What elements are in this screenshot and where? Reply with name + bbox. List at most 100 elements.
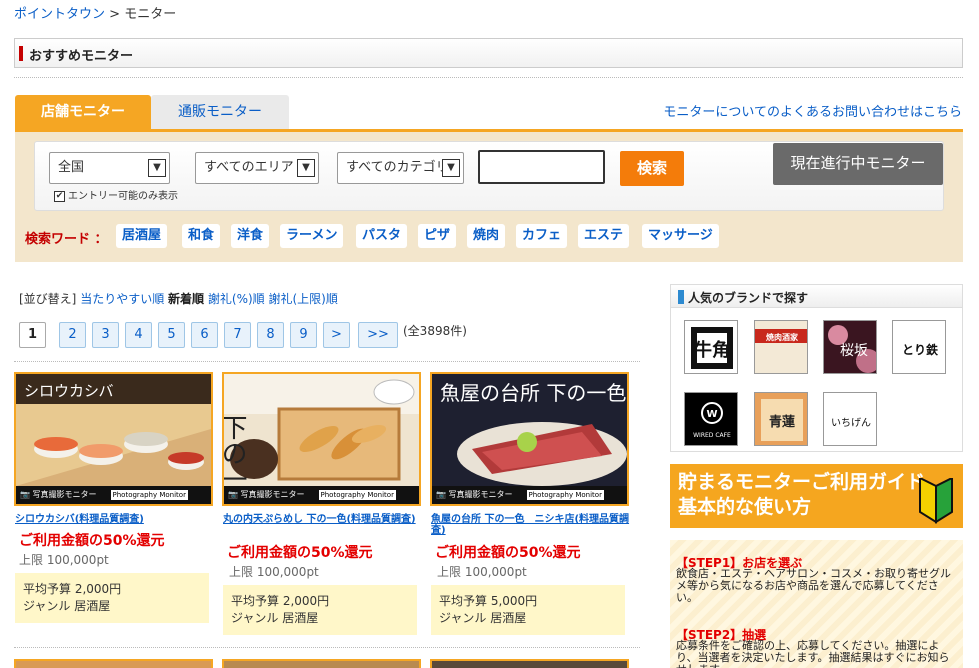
page-6[interactable]: 6 — [191, 322, 218, 348]
page-7[interactable]: 7 — [224, 322, 251, 348]
brand-logo-yakiniku-sakaya[interactable]: 焼肉酒家 — [754, 320, 808, 374]
sort-option-reward-limit[interactable]: 謝礼(上限)順 — [269, 292, 338, 306]
gyukaku-logo-icon: 牛角 — [691, 327, 733, 369]
beginner-mark-icon — [919, 478, 953, 524]
strip-label: 写真撮影モニター — [32, 490, 97, 499]
brand-logo-ichigen[interactable]: いちげん — [823, 392, 877, 446]
logo-text: いちげん — [831, 417, 871, 429]
current-monitors-button[interactable]: 現在進行中モニター — [773, 143, 943, 185]
area-select[interactable]: すべてのエリア ▼ — [195, 152, 319, 184]
page-8[interactable]: 8 — [257, 322, 284, 348]
chevron-down-icon: ▼ — [442, 159, 460, 177]
usage-guide-banner[interactable]: 貯まるモニターご利用ガイド 基本的な使い方 — [670, 464, 963, 528]
monitor-image[interactable]: 下の一色 📷 写真撮影モニター Photography Monitor — [222, 372, 421, 506]
logo-text: 牛角 — [694, 339, 730, 361]
monitor-rate: ご利用金額の50%還元 — [435, 545, 581, 561]
brand-box-title: 人気のブランドで探す — [688, 291, 809, 305]
step-2-text: 応募条件をご確認の上、応募してください。抽選により、当選者を決定いたします。抽選… — [676, 639, 950, 668]
area-select-value: すべてのエリア — [204, 160, 294, 175]
brand-box-header: 人気のブランドで探す — [670, 284, 963, 308]
monitor-image[interactable] — [14, 659, 213, 668]
page-5[interactable]: 5 — [158, 322, 185, 348]
logo-text: 桜坂 — [840, 343, 868, 359]
breadcrumb: ポイントタウン > モニター — [14, 3, 176, 22]
photo-monitor-strip: 📷 写真撮影モニター Photography Monitor — [432, 486, 627, 504]
tab-mail-order-monitor[interactable]: 通販モニター — [151, 95, 289, 129]
ichigen-logo-icon: いちげん — [824, 393, 876, 445]
seiren-logo-icon: 青蓮 — [755, 393, 807, 445]
monitor-budget: 平均予算 2,000円 — [231, 594, 330, 608]
monitor-image[interactable] — [222, 659, 421, 668]
breadcrumb-current: モニター — [124, 7, 177, 22]
region-select-value: 全国 — [58, 160, 85, 175]
keyword-chip[interactable]: パスタ — [356, 224, 408, 248]
monitor-image[interactable] — [430, 659, 629, 668]
wired-cafe-logo-icon: W WIRED CAFE — [685, 393, 737, 445]
page-1[interactable]: 1 — [19, 322, 46, 348]
monitor-genre: ジャンル 居酒屋 — [231, 611, 319, 625]
chevron-down-icon: ▼ — [148, 159, 166, 177]
camera-icon: 📷 — [20, 490, 33, 499]
next-page-button[interactable]: > — [323, 322, 350, 348]
banner-text: シロウカシバ — [24, 382, 114, 400]
search-button[interactable]: 検索 — [620, 151, 684, 186]
brand-logo-wired-cafe[interactable]: W WIRED CAFE — [684, 392, 738, 446]
brand-logo-sakurazaka[interactable]: 桜坂 — [823, 320, 877, 374]
strip-tag: Photography Monitor — [526, 490, 604, 500]
keyword-chip[interactable]: マッサージ — [642, 224, 719, 248]
keyword-chip[interactable]: ピザ — [418, 224, 457, 248]
section-title-bar: おすすめモニター — [14, 38, 963, 68]
monitor-budget: 平均予算 5,000円 — [439, 594, 538, 608]
total-count: (全3898件) — [403, 324, 467, 338]
page-4[interactable]: 4 — [125, 322, 152, 348]
page-2[interactable]: 2 — [59, 322, 86, 348]
tab-store-monitor[interactable]: 店舗モニター — [15, 95, 151, 129]
strip-label: 写真撮影モニター — [448, 490, 513, 499]
sort-option-reward-percent[interactable]: 謝礼(%)順 — [208, 292, 265, 306]
photo-monitor-strip: 📷 写真撮影モニター Photography Monitor — [16, 486, 211, 504]
monitor-budget: 平均予算 2,000円 — [23, 582, 122, 596]
banner-text: 下の一色 — [224, 414, 247, 486]
last-page-button[interactable]: >> — [358, 322, 398, 348]
keyword-chip[interactable]: 焼肉 — [467, 224, 506, 248]
chevron-down-icon: ▼ — [297, 159, 315, 177]
monitor-info: 平均予算 2,000円 ジャンル 居酒屋 — [15, 573, 209, 623]
keyword-chip[interactable]: エステ — [578, 224, 630, 248]
keyword-chip[interactable]: 洋食 — [231, 224, 270, 248]
monitor-info: 平均予算 2,000円 ジャンル 居酒屋 — [223, 585, 417, 635]
keyword-chip[interactable]: ラーメン — [280, 224, 344, 248]
entry-only-checkbox[interactable]: ✔ エントリー可能のみ表示 — [54, 187, 178, 202]
title-marker — [678, 290, 684, 304]
section-title: おすすめモニター — [29, 49, 134, 64]
keyword-chip[interactable]: カフェ — [516, 224, 568, 248]
brand-logo-seiren[interactable]: 青蓮 — [754, 392, 808, 446]
keyword-input[interactable] — [478, 150, 605, 184]
breadcrumb-home-link[interactable]: ポイントタウン — [14, 7, 105, 22]
brand-logo-gyukaku[interactable]: 牛角 — [684, 320, 738, 374]
toritetsu-logo-icon: とり鉄 — [893, 321, 945, 373]
region-select[interactable]: 全国 ▼ — [49, 152, 170, 184]
page-3[interactable]: 3 — [92, 322, 119, 348]
page-9[interactable]: 9 — [290, 322, 317, 348]
category-select[interactable]: すべてのカテゴリ ▼ — [337, 152, 464, 184]
monitor-rate: ご利用金額の50%還元 — [19, 533, 165, 549]
monitor-name-link[interactable]: シロウカシバ(料理品質調査) — [15, 514, 215, 525]
breadcrumb-separator: > — [105, 7, 125, 22]
sort-label: [並び替え] — [19, 292, 77, 306]
keyword-chip[interactable]: 和食 — [182, 224, 221, 248]
keyword-row-label: 検索ワード ： — [25, 232, 108, 247]
step-1-text: 飲食店・エステ・ヘアサロン・コスメ・お取り寄せグルメ等から気になるお店や商品を選… — [676, 567, 951, 604]
brand-logo-toritetsu[interactable]: とり鉄 — [892, 320, 946, 374]
monitor-image[interactable]: 魚屋の台所 下の一色 📷 写真撮影モニター Photography Monitor — [430, 372, 629, 506]
faq-link[interactable]: モニターについてのよくあるお問い合わせはこちら — [663, 101, 962, 120]
strip-tag: Photography Monitor — [110, 490, 188, 500]
sort-option-easy[interactable]: 当たりやすい順 — [80, 292, 164, 306]
checkbox-checked-icon: ✔ — [54, 190, 65, 202]
keyword-chip[interactable]: 居酒屋 — [116, 224, 168, 248]
monitor-image[interactable]: シロウカシバ 📷 写真撮影モニター Photography Monitor — [14, 372, 213, 506]
monitor-name-link[interactable]: 魚屋の台所 下の一色 ニシキ店(料理品質調査) — [431, 514, 631, 536]
sushi-photo: シロウカシバ — [16, 374, 211, 486]
monitor-name-link[interactable]: 丸の内天ぷらめし 下の一色(料理品質調査) — [223, 514, 423, 525]
strip-label: 写真撮影モニター — [240, 490, 305, 499]
photo-monitor-strip: 📷 写真撮影モニター Photography Monitor — [224, 486, 419, 504]
